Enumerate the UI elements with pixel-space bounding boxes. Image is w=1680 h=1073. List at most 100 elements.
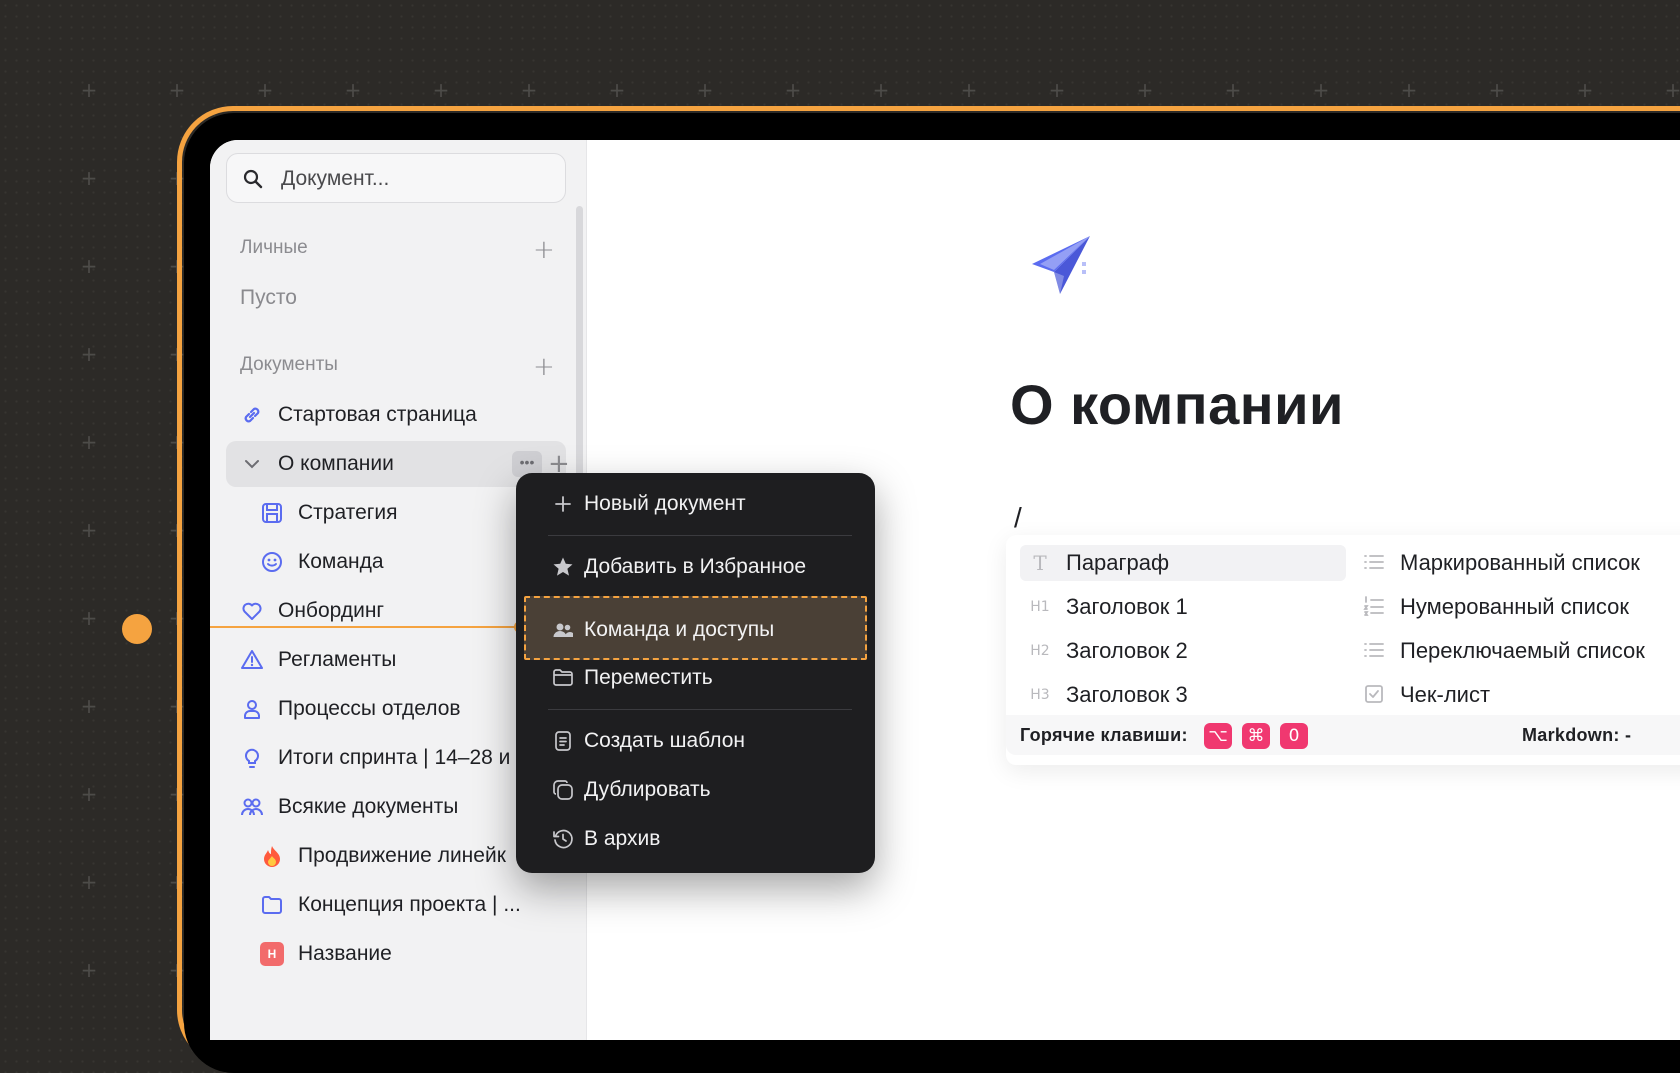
background-plus-mark: +: [1664, 78, 1680, 102]
bullet-list-icon: [1362, 551, 1386, 575]
h-badge-icon: Н: [260, 942, 284, 966]
option-key-badge: ⌥: [1204, 723, 1232, 749]
menu-item-create-template[interactable]: Создать шаблон: [532, 718, 862, 762]
chevron-down-icon[interactable]: [240, 452, 264, 476]
search-icon: [243, 169, 263, 194]
background-plus-mark: +: [1136, 78, 1154, 102]
menu-item-duplicate[interactable]: Дублировать: [532, 767, 862, 811]
sidebar-item-start-page[interactable]: Стартовая страница: [226, 392, 566, 438]
sidebar-item-label: Стартовая страница: [278, 403, 477, 426]
background-plus-mark: +: [80, 254, 98, 278]
background-plus-mark: +: [520, 78, 538, 102]
block-option-label: Параграф: [1066, 550, 1170, 575]
menu-item-team-access[interactable]: Команда и доступы: [532, 607, 862, 651]
hotkeys-label: Горячие клавиши:: [1020, 725, 1188, 745]
plus-icon: [552, 493, 574, 515]
background-plus-mark: +: [872, 78, 890, 102]
block-option-label: Чек-лист: [1400, 682, 1491, 707]
add-document-button[interactable]: +: [533, 354, 555, 380]
menu-item-archive[interactable]: В архив: [532, 816, 862, 860]
block-option-heading-2[interactable]: H2 Заголовок 2: [1020, 633, 1346, 669]
sidebar-item-label: Команда: [298, 550, 384, 573]
block-option-heading-3[interactable]: H3 Заголовок 3: [1020, 677, 1346, 713]
paragraph-icon: T: [1033, 551, 1047, 575]
block-option-checklist[interactable]: Чек-лист: [1354, 677, 1680, 713]
sidebar-item-project-concept[interactable]: Концепция проекта | ...: [226, 882, 566, 928]
block-option-label: Переключаемый список: [1400, 638, 1645, 663]
annotation-connector-line: [210, 626, 522, 628]
block-option-label: Заголовок 2: [1066, 638, 1188, 663]
sidebar-item-product-promotion[interactable]: Продвижение линейк: [226, 833, 566, 879]
editor-slash-command[interactable]: /: [1014, 502, 1022, 534]
search-box[interactable]: [226, 153, 566, 203]
block-menu-footer: Горячие клавиши: ⌥ ⌘ 0 Markdown: -: [1006, 715, 1680, 755]
menu-item-move[interactable]: Переместить: [532, 655, 862, 699]
background-plus-mark: +: [1312, 78, 1330, 102]
numbered-list-icon: [1362, 595, 1386, 619]
block-option-heading-1[interactable]: H1 Заголовок 1: [1020, 589, 1346, 625]
background-plus-mark: +: [608, 78, 626, 102]
background-plus-mark: +: [1048, 78, 1066, 102]
background-plus-mark: +: [344, 78, 362, 102]
sidebar-item-label: Продвижение линейк: [298, 844, 506, 867]
block-option-paragraph[interactable]: T Параграф: [1020, 545, 1346, 581]
sidebar-item-misc-documents[interactable]: Всякие документы: [226, 784, 566, 830]
users-icon: [240, 795, 264, 819]
add-personal-button[interactable]: +: [533, 237, 555, 263]
background-plus-mark: +: [80, 430, 98, 454]
sidebar-item-about-company[interactable]: О компании ••• +: [226, 441, 570, 487]
background-plus-mark: +: [80, 694, 98, 718]
background-plus-mark: +: [432, 78, 450, 102]
menu-item-add-favorite[interactable]: Добавить в Избранное: [532, 544, 862, 588]
block-option-numbered-list[interactable]: Нумерованный список: [1354, 589, 1680, 625]
block-option-bullet-list[interactable]: Маркированный список: [1354, 545, 1680, 581]
sidebar-item-name[interactable]: Н Название: [226, 931, 566, 977]
document-logo-icon: [1030, 232, 1092, 301]
people-icon: [552, 619, 574, 641]
sidebar-item-label: Онбординг: [278, 599, 385, 622]
heading-3-icon: H3: [1030, 687, 1050, 703]
menu-divider: [548, 709, 852, 710]
sidebar-item-strategy[interactable]: Стратегия: [226, 490, 566, 536]
sidebar-item-label: Стратегия: [298, 501, 398, 524]
menu-item-label: Дублировать: [584, 778, 711, 801]
sidebar-item-label: Всякие документы: [278, 795, 459, 818]
background-plus-mark: +: [80, 606, 98, 630]
sidebar-item-sprint-results[interactable]: Итоги спринта | 14–28 и: [226, 735, 566, 781]
zero-key-badge: 0: [1280, 723, 1308, 749]
background-plus-mark: +: [80, 166, 98, 190]
sidebar-item-team[interactable]: Команда: [226, 539, 566, 585]
section-documents-label: Документы: [240, 354, 338, 375]
background-plus-mark: +: [80, 342, 98, 366]
save-icon: [260, 501, 284, 525]
background-plus-mark: +: [1576, 78, 1594, 102]
menu-item-label: Переместить: [584, 666, 713, 689]
search-input[interactable]: [279, 166, 553, 192]
folder-icon: [552, 667, 574, 689]
page-title[interactable]: О компании: [1010, 372, 1344, 437]
smile-icon: [260, 550, 284, 574]
background-plus-mark: +: [80, 782, 98, 806]
command-key-badge: ⌘: [1242, 723, 1270, 749]
background-plus-mark: +: [80, 958, 98, 980]
menu-item-new-document[interactable]: Новый документ: [532, 481, 862, 525]
block-option-toggle-list[interactable]: Переключаемый список: [1354, 633, 1680, 669]
duplicate-icon: [552, 779, 574, 801]
sidebar-scrollbar[interactable]: [576, 206, 583, 486]
block-option-label: Нумерованный список: [1400, 594, 1629, 619]
sidebar-item-label: Регламенты: [278, 648, 397, 671]
background-plus-mark: +: [1224, 78, 1242, 102]
sidebar-item-label: Концепция проекта | ...: [298, 893, 521, 916]
star-icon: [552, 556, 574, 578]
lightbulb-icon: [240, 746, 264, 770]
user-icon: [240, 697, 264, 721]
markdown-label: Markdown: -: [1522, 725, 1632, 745]
sidebar-item-department-processes[interactable]: Процессы отделов: [226, 686, 566, 732]
sidebar-item-label: О компании: [278, 452, 394, 475]
sidebar-item-regulations[interactable]: Регламенты: [226, 637, 566, 683]
app-window: Личные + Пусто Документы + Стартовая стр…: [210, 140, 1680, 1040]
background-plus-mark: +: [256, 78, 274, 102]
document-icon: [552, 730, 574, 752]
warning-icon: [240, 648, 264, 672]
background-plus-mark: +: [1488, 78, 1506, 102]
